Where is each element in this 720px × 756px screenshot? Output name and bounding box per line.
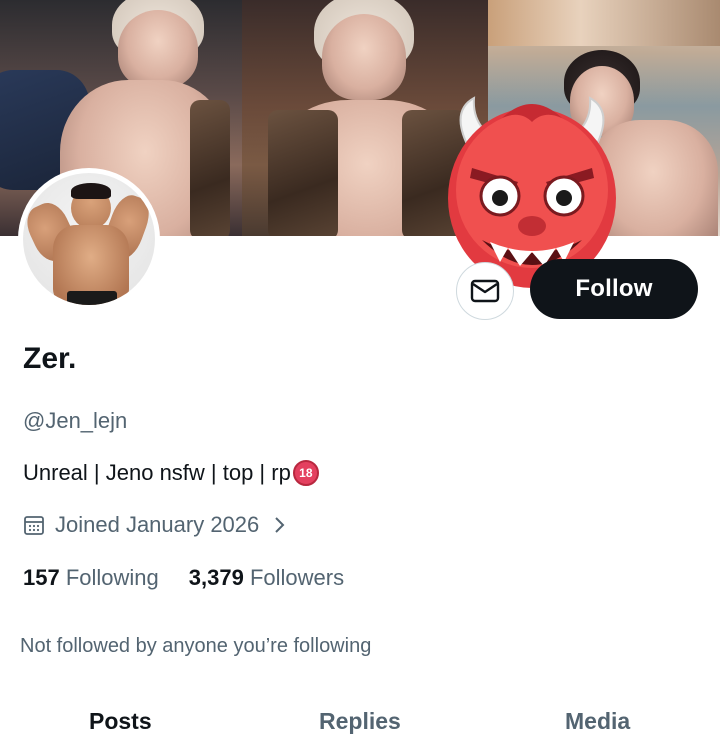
message-button[interactable] xyxy=(456,262,514,320)
joined-date[interactable]: Joined January 2026 xyxy=(23,512,285,538)
joined-text: Joined January 2026 xyxy=(55,512,260,537)
follow-stats: 157 Following 3,379 Followers xyxy=(23,565,344,591)
followers-label: Followers xyxy=(249,565,345,590)
calendar-icon xyxy=(23,514,45,536)
avatar[interactable] xyxy=(18,168,160,310)
profile-bio: Unreal | Jeno nsfw | top | rp 18 xyxy=(23,460,319,486)
eighteen-plus-icon: 18 xyxy=(292,460,319,486)
profile-tabs: Posts Replies Media xyxy=(0,700,720,756)
tab-replies[interactable]: Replies xyxy=(319,708,401,735)
tab-media[interactable]: Media xyxy=(565,708,630,735)
followers-link[interactable]: 3,379 Followers xyxy=(189,565,344,591)
display-name: Zer. xyxy=(23,342,77,375)
follow-button[interactable]: Follow xyxy=(530,259,698,319)
followers-count: 3,379 xyxy=(188,565,244,590)
following-count: 157 xyxy=(23,565,60,590)
chevron-right-icon xyxy=(273,516,285,534)
username-handle: @Jen_lejn xyxy=(23,408,128,433)
avatar-photo xyxy=(23,173,155,305)
tab-posts[interactable]: Posts xyxy=(89,708,152,735)
not-followed-notice: Not followed by anyone you’re following xyxy=(20,635,372,657)
envelope-icon xyxy=(470,279,500,303)
bio-text: Unreal | Jeno nsfw | top | rp xyxy=(23,460,291,485)
following-link[interactable]: 157 Following xyxy=(23,565,159,591)
following-label: Following xyxy=(65,565,159,590)
